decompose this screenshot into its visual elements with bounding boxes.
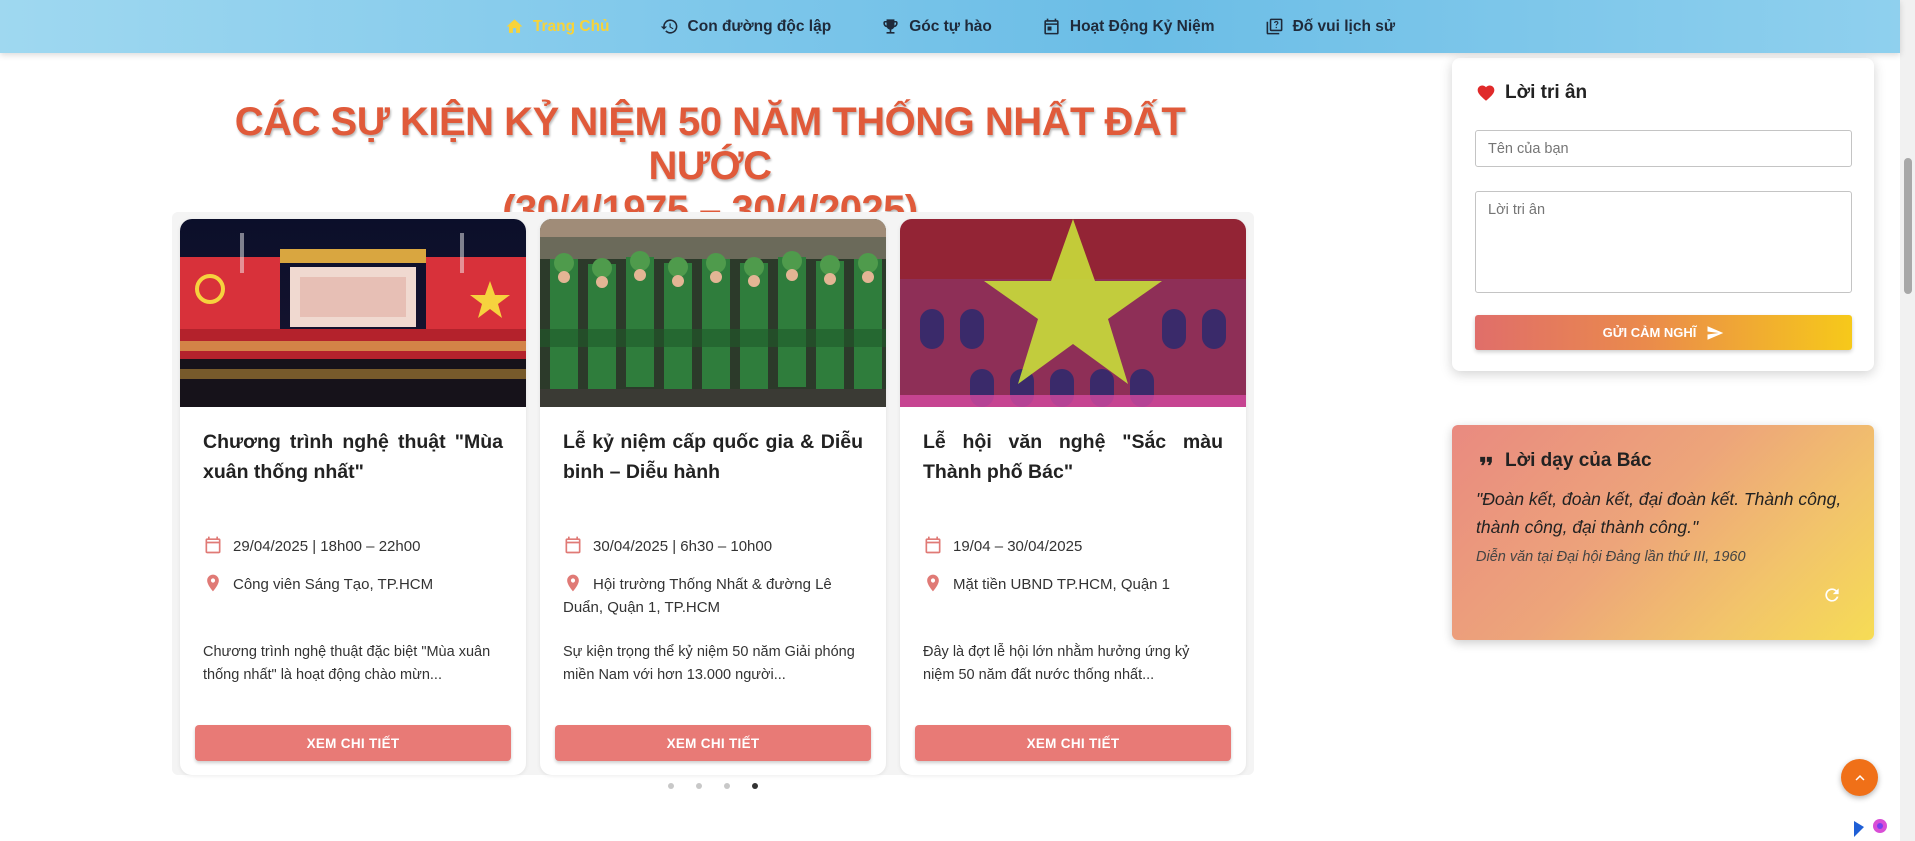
nav-item-pride-corner[interactable]: Góc tự hào bbox=[856, 0, 1017, 53]
page-title-line1: CÁC SỰ KIỆN KỶ NIỆM 50 NĂM THỐNG NHẤT ĐẤ… bbox=[234, 100, 1186, 188]
send-feelings-label: GỬI CẢM NGHĨ bbox=[1602, 325, 1697, 340]
message-textarea[interactable] bbox=[1475, 191, 1852, 293]
nav-item-independence-road[interactable]: Con đường độc lập bbox=[635, 0, 857, 53]
event-date-text: 30/04/2025 | 6h30 – 10h00 bbox=[593, 538, 773, 555]
calendar-icon bbox=[565, 536, 581, 554]
view-details-button[interactable]: XEM CHI TIẾT bbox=[195, 725, 511, 761]
event-title: Chương trình nghệ thuật "Mùa xuân thống … bbox=[203, 431, 503, 483]
event-description: Sự kiện trọng thể kỷ niệm 50 năm Giải ph… bbox=[563, 644, 855, 683]
nav-item-label: Đố vui lịch sử bbox=[1292, 17, 1396, 35]
event-card: Lễ hội văn nghệ "Sắc màu Thành phố Bác" … bbox=[900, 219, 1246, 775]
send-icon bbox=[1707, 325, 1724, 340]
nav-item-label: Trang Chủ bbox=[532, 17, 610, 35]
gratitude-title: Lời tri ân bbox=[1476, 82, 1587, 104]
nav-item-label: Hoạt Động Kỷ Niệm bbox=[1069, 17, 1215, 35]
event-date: 30/04/2025 | 6h30 – 10h00 bbox=[563, 535, 863, 558]
event-date: 29/04/2025 | 18h00 – 22h00 bbox=[203, 535, 503, 558]
assistant-widget-icon[interactable] bbox=[1850, 815, 1894, 841]
quiz-icon bbox=[1266, 18, 1282, 35]
location-pin-icon bbox=[207, 574, 219, 592]
gratitude-panel: Lời tri ân GỬI CẢM NGHĨ bbox=[1452, 58, 1874, 371]
event-title: Lễ hội văn nghệ "Sắc màu Thành phố Bác" bbox=[923, 431, 1223, 483]
event-title: Lễ kỷ niệm cấp quốc gia & Diễu binh – Di… bbox=[563, 431, 863, 483]
send-feelings-button[interactable]: GỬI CẢM NGHĨ bbox=[1475, 315, 1852, 350]
event-location: Mặt tiền UBND TP.HCM, Quận 1 bbox=[923, 573, 1223, 596]
view-details-button[interactable]: XEM CHI TIẾT bbox=[915, 725, 1231, 761]
quote-title-text: Lời dạy của Bác bbox=[1505, 450, 1652, 471]
carousel-dot-active[interactable] bbox=[752, 783, 758, 789]
scroll-to-top-button[interactable] bbox=[1841, 759, 1878, 796]
quote-text: "Đoàn kết, đoàn kết, đại đoàn kết. Thành… bbox=[1476, 489, 1842, 537]
chevron-up-icon bbox=[1855, 774, 1864, 781]
event-location-text: Mặt tiền UBND TP.HCM, Quận 1 bbox=[953, 576, 1171, 593]
calendar-icon bbox=[1044, 18, 1059, 35]
nav-item-label: Góc tự hào bbox=[909, 17, 992, 35]
event-date: 19/04 – 30/04/2025 bbox=[923, 535, 1223, 558]
event-location: Hội trường Thống Nhất & đường Lê Duẩn, Q… bbox=[563, 573, 863, 619]
quote-icon bbox=[1480, 456, 1492, 466]
nav-item-home[interactable]: Trang Chủ bbox=[480, 0, 635, 53]
calendar-icon bbox=[205, 536, 221, 554]
view-details-button[interactable]: XEM CHI TIẾT bbox=[555, 725, 871, 761]
military-parade-photo bbox=[540, 219, 886, 407]
scrollbar-track[interactable] bbox=[1900, 0, 1915, 841]
location-pin-icon bbox=[927, 574, 939, 592]
refresh-icon[interactable] bbox=[1822, 585, 1842, 605]
event-location-text: Công viên Sáng Tạo, TP.HCM bbox=[233, 576, 434, 593]
event-description: Chương trình nghệ thuật đặc biệt "Mùa xu… bbox=[203, 644, 491, 683]
city-hall-light-show-photo bbox=[900, 219, 1246, 407]
concert-stage-photo bbox=[180, 219, 526, 407]
home-icon bbox=[506, 19, 523, 33]
scrollbar-thumb[interactable] bbox=[1904, 158, 1912, 294]
event-date-text: 29/04/2025 | 18h00 – 22h00 bbox=[233, 538, 421, 555]
quote-title: Lời dạy của Bác bbox=[1476, 450, 1652, 472]
location-pin-icon bbox=[567, 574, 579, 592]
event-description: Đây là đợt lễ hội lớn nhằm hưởng ứng kỷ … bbox=[923, 644, 1190, 683]
carousel-dot[interactable] bbox=[696, 783, 702, 789]
quote-panel: Lời dạy của Bác "Đoàn kết, đoàn kết, đại… bbox=[1452, 425, 1874, 640]
trophy-icon bbox=[883, 19, 898, 34]
event-card: Chương trình nghệ thuật "Mùa xuân thống … bbox=[180, 219, 526, 775]
history-icon bbox=[660, 19, 677, 34]
nav-item-commemorative-activities[interactable]: Hoạt Động Kỷ Niệm bbox=[1017, 0, 1240, 53]
carousel-dot[interactable] bbox=[668, 783, 674, 789]
nav-item-label: Con đường độc lập bbox=[687, 17, 832, 35]
nav-item-history-quiz[interactable]: Đố vui lịch sử bbox=[1240, 0, 1421, 53]
top-navigation: Trang Chủ Con đường độc lập Góc tự hào H… bbox=[0, 0, 1900, 53]
gratitude-title-text: Lời tri ân bbox=[1505, 82, 1588, 103]
carousel-pagination bbox=[668, 783, 758, 789]
event-card: Lễ kỷ niệm cấp quốc gia & Diễu binh – Di… bbox=[540, 219, 886, 775]
name-input[interactable] bbox=[1475, 130, 1852, 167]
carousel-dot[interactable] bbox=[724, 783, 730, 789]
event-date-text: 19/04 – 30/04/2025 bbox=[953, 538, 1083, 555]
event-location-text: Hội trường Thống Nhất & đường Lê Duẩn, Q… bbox=[563, 576, 832, 616]
calendar-icon bbox=[925, 536, 941, 554]
quote-source: Diễn văn tại Đại hội Đảng lần thứ III, 1… bbox=[1476, 549, 1746, 565]
heart-icon bbox=[1477, 85, 1495, 101]
event-location: Công viên Sáng Tạo, TP.HCM bbox=[203, 573, 503, 596]
